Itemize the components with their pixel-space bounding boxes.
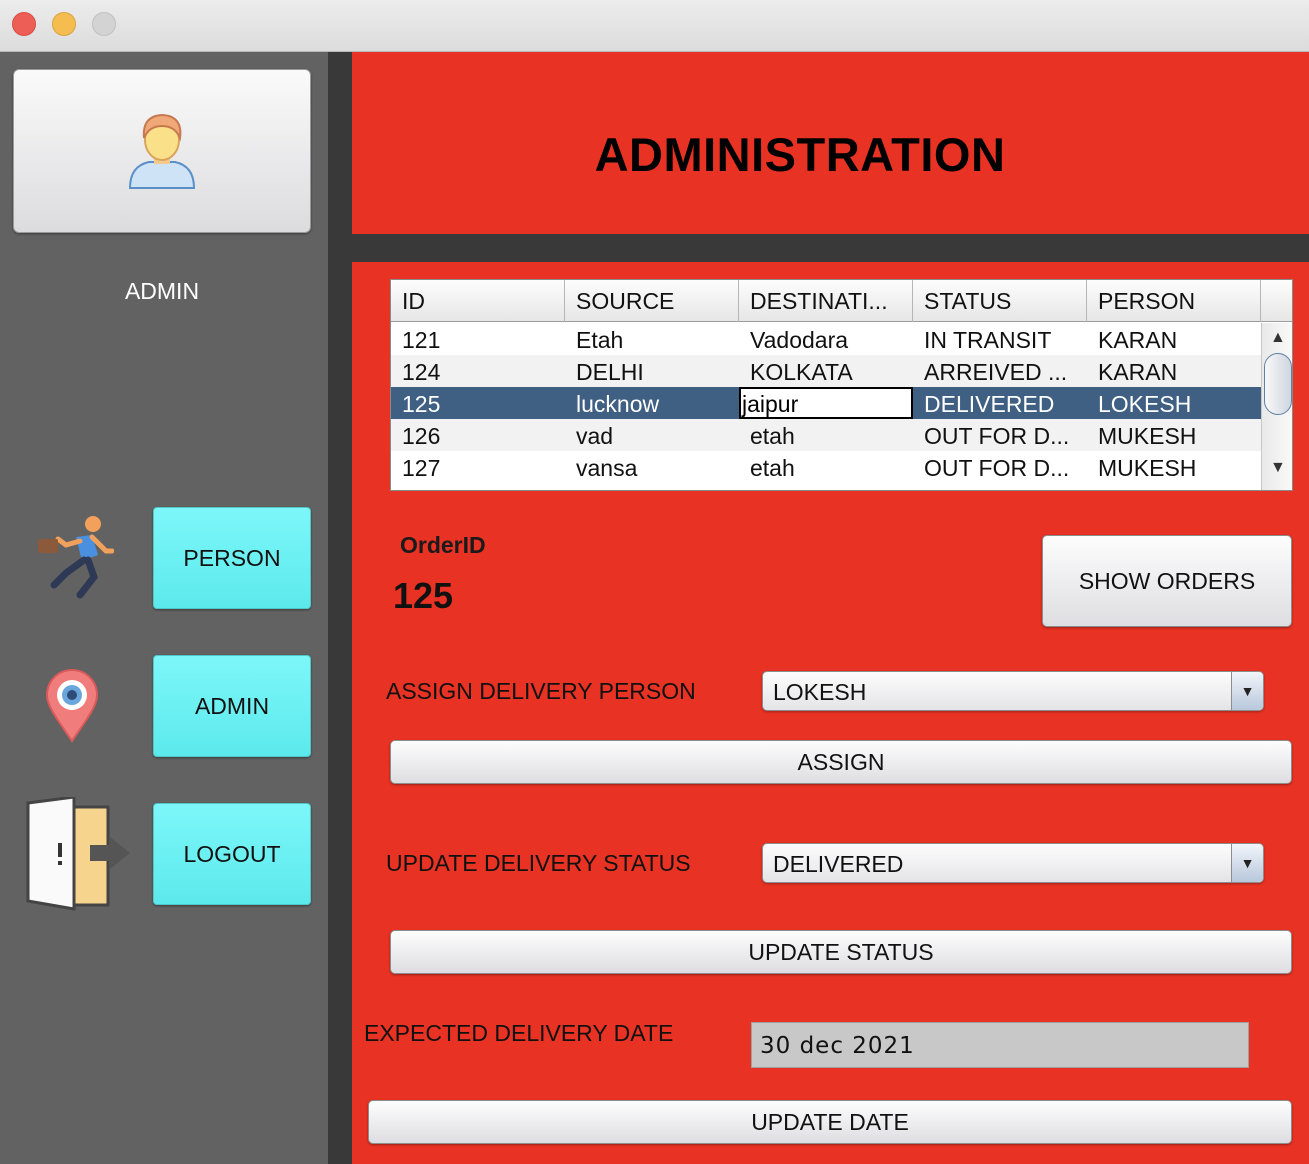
- cell-destination-editor[interactable]: jaipur: [739, 387, 913, 419]
- minimize-window-button[interactable]: [52, 12, 76, 36]
- order-id-value: 125: [393, 575, 454, 616]
- cell-source[interactable]: DELHI: [565, 355, 739, 387]
- running-person-icon: [38, 516, 114, 599]
- cell-source[interactable]: lucknow: [565, 387, 739, 419]
- cell-id[interactable]: 126: [391, 419, 565, 451]
- table-row[interactable]: 126 vad etah OUT FOR D... MUKESH: [391, 419, 1261, 451]
- delivery-person-select[interactable]: LOKESH ▼: [762, 671, 1264, 711]
- delivery-person-selected: LOKESH: [773, 679, 867, 705]
- cell-id[interactable]: 125: [391, 387, 565, 419]
- header-banner: ADMINISTRATION: [352, 52, 1309, 234]
- assign-person-label: ASSIGN DELIVERY PERSON: [386, 678, 696, 704]
- scroll-down-arrow-icon[interactable]: ▼: [1270, 459, 1286, 477]
- column-header-destination[interactable]: DESTINATI...: [739, 280, 913, 322]
- exit-door-icon: [26, 797, 130, 911]
- cell-destination[interactable]: etah: [739, 451, 913, 483]
- assign-button[interactable]: ASSIGN: [390, 740, 1292, 784]
- table-row-selected[interactable]: 125 lucknow jaipur DELIVERED LOKESH: [391, 387, 1261, 419]
- cell-source[interactable]: vansa: [565, 451, 739, 483]
- main-panel: ID SOURCE DESTINATI... STATUS PERSON 121…: [352, 262, 1309, 1164]
- nav-admin-button[interactable]: ADMIN: [153, 655, 311, 757]
- cell-status[interactable]: ARREIVED ...: [913, 355, 1087, 387]
- update-status-label: UPDATE DELIVERY STATUS: [386, 850, 691, 876]
- delivery-status-select[interactable]: DELIVERED ▼: [762, 843, 1264, 883]
- table-scrollbar[interactable]: ▲ ▼: [1261, 323, 1292, 490]
- cell-person[interactable]: KARAN: [1087, 355, 1261, 387]
- column-header-source[interactable]: SOURCE: [565, 280, 739, 322]
- cell-status[interactable]: IN TRANSIT: [913, 323, 1087, 355]
- column-header-person[interactable]: PERSON: [1087, 280, 1261, 322]
- orders-table[interactable]: ID SOURCE DESTINATI... STATUS PERSON 121…: [390, 279, 1293, 491]
- divider: [328, 52, 352, 1164]
- role-label: ADMIN: [124, 278, 200, 304]
- cell-destination[interactable]: Vadodara: [739, 323, 913, 355]
- maximize-window-button[interactable]: [92, 12, 116, 36]
- expected-date-label: EXPECTED DELIVERY DATE: [364, 1020, 674, 1046]
- cell-id[interactable]: 124: [391, 355, 565, 387]
- order-id-label: OrderID: [400, 532, 486, 558]
- column-header-id[interactable]: ID: [391, 280, 565, 322]
- expected-date-field[interactable]: 30 dec 2021: [751, 1022, 1249, 1068]
- table-body: 121 Etah Vadodara IN TRANSIT KARAN 124 D…: [391, 323, 1261, 483]
- cell-person[interactable]: KARAN: [1087, 323, 1261, 355]
- update-status-button[interactable]: UPDATE STATUS: [390, 930, 1292, 974]
- cell-person[interactable]: MUKESH: [1087, 451, 1261, 483]
- map-pin-icon: [45, 669, 99, 743]
- user-avatar-icon: [128, 113, 196, 189]
- cell-destination[interactable]: KOLKATA: [739, 355, 913, 387]
- column-header-status[interactable]: STATUS: [913, 280, 1087, 322]
- chevron-down-icon[interactable]: ▼: [1231, 672, 1263, 710]
- cell-id[interactable]: 121: [391, 323, 565, 355]
- cell-source[interactable]: vad: [565, 419, 739, 451]
- table-row[interactable]: 127 vansa etah OUT FOR D... MUKESH: [391, 451, 1261, 483]
- chevron-down-icon[interactable]: ▼: [1231, 844, 1263, 882]
- scroll-up-arrow-icon[interactable]: ▲: [1270, 329, 1286, 347]
- cell-source[interactable]: Etah: [565, 323, 739, 355]
- cell-id[interactable]: 127: [391, 451, 565, 483]
- cell-status[interactable]: DELIVERED: [913, 387, 1087, 419]
- sidebar: ADMIN PERSON ADMIN LOGOUT: [0, 52, 328, 1164]
- page-title: ADMINISTRATION: [594, 128, 1006, 181]
- window-titlebar: [0, 0, 1309, 52]
- show-orders-button[interactable]: SHOW ORDERS: [1042, 535, 1292, 627]
- nav-person-button[interactable]: PERSON: [153, 507, 311, 609]
- header-separator: [352, 234, 1309, 262]
- cell-status[interactable]: OUT FOR D...: [913, 451, 1087, 483]
- avatar-button[interactable]: [13, 69, 311, 233]
- table-header-corner: [1261, 280, 1292, 322]
- delivery-status-selected: DELIVERED: [773, 851, 904, 877]
- update-date-button[interactable]: UPDATE DATE: [368, 1100, 1292, 1144]
- table-header: ID SOURCE DESTINATI... STATUS PERSON: [391, 280, 1261, 322]
- cell-person[interactable]: MUKESH: [1087, 419, 1261, 451]
- cell-status[interactable]: OUT FOR D...: [913, 419, 1087, 451]
- nav-logout-button[interactable]: LOGOUT: [153, 803, 311, 905]
- table-row[interactable]: 121 Etah Vadodara IN TRANSIT KARAN: [391, 323, 1261, 355]
- cell-destination[interactable]: etah: [739, 419, 913, 451]
- close-window-button[interactable]: [12, 12, 36, 36]
- scrollbar-thumb[interactable]: [1264, 353, 1292, 415]
- cell-person[interactable]: LOKESH: [1087, 387, 1261, 419]
- table-row[interactable]: 124 DELHI KOLKATA ARREIVED ... KARAN: [391, 355, 1261, 387]
